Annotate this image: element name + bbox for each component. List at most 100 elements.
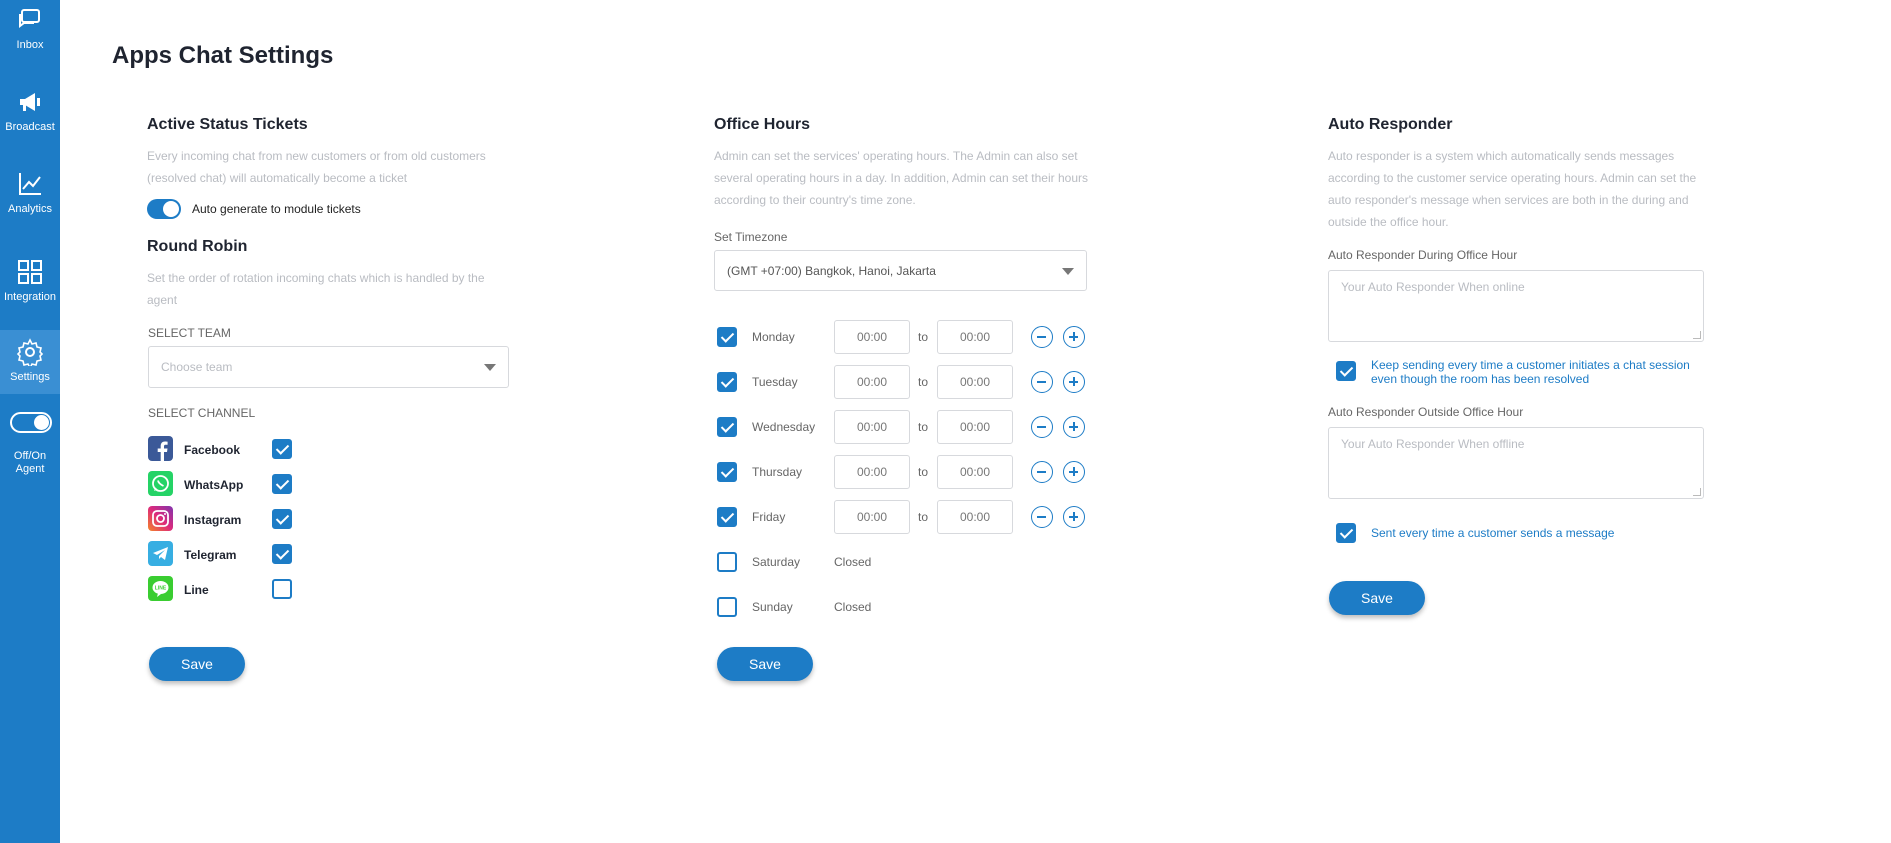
keep-sending-label: Keep sending every time a customer initi… [1371,358,1690,386]
office-hours-save-button[interactable]: Save [717,647,813,681]
resize-handle-icon[interactable] [1693,488,1701,496]
sidebar-item-integration[interactable]: Integration [0,258,60,314]
channel-name-line: Line [184,583,209,597]
sidebar-item-broadcast[interactable]: Broadcast [0,88,60,144]
megaphone-icon [20,93,40,111]
during-placeholder: Your Auto Responder When online [1341,280,1525,294]
time-from-wednesday[interactable]: 00:00 [834,410,910,444]
add-hours-button[interactable] [1063,461,1085,483]
sidebar-item-settings[interactable]: Settings [0,330,60,394]
remove-hours-button[interactable] [1031,416,1053,438]
sidebar-item-label: Inbox [16,39,44,51]
to-label: to [918,375,929,389]
sent-every-label: Sent every time a customer sends a messa… [1371,526,1615,540]
line-icon: LINE [148,576,173,601]
during-office-hour-label: Auto Responder During Office Hour [1328,248,1518,262]
channel-name-telegram: Telegram [184,548,237,562]
resize-handle-icon[interactable] [1693,331,1701,339]
closed-label: Closed [834,600,872,614]
time-to-thursday[interactable]: 00:00 [937,455,1013,489]
day-checkbox-friday[interactable] [717,507,737,527]
office-hours-title: Office Hours [714,116,811,133]
day-name-monday: Monday [752,330,795,344]
sidebar-item-label: Integration [4,291,56,303]
day-checkbox-thursday[interactable] [717,462,737,482]
timezone-label: Set Timezone [714,230,788,244]
day-checkbox-monday[interactable] [717,327,737,347]
remove-hours-button[interactable] [1031,371,1053,393]
during-office-hour-textarea[interactable]: Your Auto Responder When online [1328,270,1704,342]
time-from-tuesday[interactable]: 00:00 [834,365,910,399]
chat-icon [19,9,40,28]
round-robin-description: Set the order of rotation incoming chats… [147,271,485,307]
agent-toggle[interactable] [10,412,52,433]
agent-toggle-label: Off/On Agent [13,450,47,475]
add-hours-button[interactable] [1063,416,1085,438]
keep-sending-checkbox[interactable] [1336,361,1356,381]
round-robin-save-button[interactable]: Save [149,647,245,681]
day-name-thursday: Thursday [752,465,803,479]
sidebar-item-label: Settings [10,371,50,383]
day-checkbox-wednesday[interactable] [717,417,737,437]
day-name-friday: Friday [752,510,786,524]
active-status-title: Active Status Tickets [147,116,308,133]
channel-name-facebook: Facebook [184,443,241,457]
round-robin-title: Round Robin [147,238,248,255]
page-title: Apps Chat Settings [112,42,334,69]
team-select[interactable]: Choose team [148,346,509,388]
auto-generate-toggle[interactable] [147,199,181,219]
day-checkbox-saturday[interactable] [717,552,737,572]
channel-checkbox-line[interactable] [272,579,292,599]
to-label: to [918,420,929,434]
auto-responder-save-button[interactable]: Save [1329,581,1425,615]
time-from-friday[interactable]: 00:00 [834,500,910,534]
outside-office-hour-textarea[interactable]: Your Auto Responder When offline [1328,427,1704,499]
facebook-icon [148,436,173,461]
sidebar-item-analytics[interactable]: Analytics [0,170,60,226]
day-checkbox-sunday[interactable] [717,597,737,617]
office-hours-description: Admin can set the services' operating ho… [714,149,1088,207]
to-label: to [918,510,929,524]
timezone-select[interactable]: (GMT +07:00) Bangkok, Hanoi, Jakarta [714,250,1087,291]
sent-every-checkbox[interactable] [1336,523,1356,543]
channel-checkbox-whatsapp[interactable] [272,474,292,494]
day-name-sunday: Sunday [752,600,793,614]
channel-name-whatsapp: WhatsApp [184,478,244,492]
chevron-down-icon [1062,267,1074,275]
channel-checkbox-instagram[interactable] [272,509,292,529]
chart-icon [19,173,41,195]
sidebar-item-label: Broadcast [5,121,55,133]
outside-office-hour-label: Auto Responder Outside Office Hour [1328,405,1524,419]
add-hours-button[interactable] [1063,371,1085,393]
select-channel-label: SELECT CHANNEL [148,406,256,420]
day-name-wednesday: Wednesday [752,420,816,434]
time-from-monday[interactable]: 00:00 [834,320,910,354]
time-to-friday[interactable]: 00:00 [937,500,1013,534]
day-checkbox-tuesday[interactable] [717,372,737,392]
add-hours-button[interactable] [1063,506,1085,528]
day-name-tuesday: Tuesday [752,375,798,389]
add-hours-button[interactable] [1063,326,1085,348]
timezone-value: (GMT +07:00) Bangkok, Hanoi, Jakarta [727,263,936,278]
grid-icon [18,260,42,284]
channel-checkbox-telegram[interactable] [272,544,292,564]
svg-text:LINE: LINE [155,586,167,592]
closed-label: Closed [834,555,872,569]
time-to-tuesday[interactable]: 00:00 [937,365,1013,399]
auto-responder-description: Auto responder is a system which automat… [1328,149,1697,229]
day-name-saturday: Saturday [752,555,801,569]
sidebar: Inbox Broadcast Analytics Integration Se… [0,0,60,843]
remove-hours-button[interactable] [1031,326,1053,348]
channel-checkbox-facebook[interactable] [272,439,292,459]
auto-generate-label: Auto generate to module tickets [192,202,361,216]
remove-hours-button[interactable] [1031,461,1053,483]
sidebar-item-inbox[interactable]: Inbox [0,6,60,62]
whatsapp-icon [148,471,173,496]
time-to-monday[interactable]: 00:00 [937,320,1013,354]
remove-hours-button[interactable] [1031,506,1053,528]
time-to-wednesday[interactable]: 00:00 [937,410,1013,444]
gear-icon [16,338,44,366]
select-team-label: SELECT TEAM [148,326,231,340]
time-from-thursday[interactable]: 00:00 [834,455,910,489]
active-status-description: Every incoming chat from new customers o… [147,149,486,185]
